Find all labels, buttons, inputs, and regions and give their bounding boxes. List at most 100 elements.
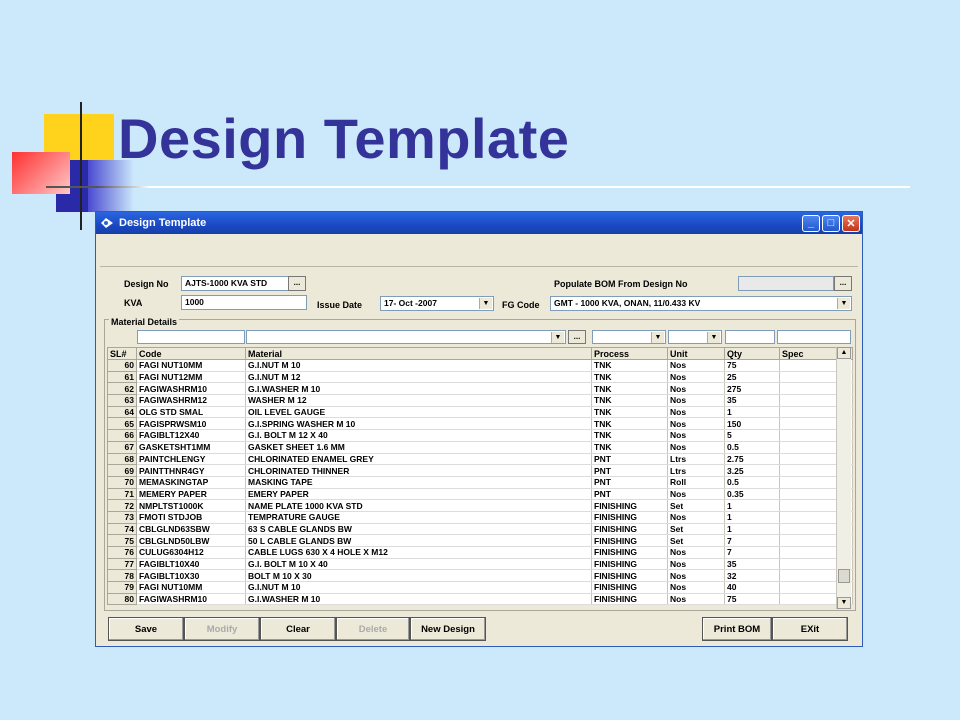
table-body: 60 FAGI NUT10MM G.I.NUT M 10 TNK Nos 75 61 FAGI… bbox=[107, 359, 853, 606]
cell-sl: 78 bbox=[107, 569, 137, 583]
cell-material: 63 S CABLE GLANDS BW bbox=[245, 523, 592, 536]
cell-material: CABLE LUGS 630 X 4 HOLE X M12 bbox=[245, 546, 592, 559]
deco-vertical-line bbox=[80, 102, 82, 230]
design-no-lookup-button[interactable]: ... bbox=[288, 276, 306, 291]
table-row[interactable]: 62 FAGIWASHRM10 G.I.WASHER M 10 TNK Nos 275 bbox=[107, 382, 853, 396]
filter-unit-dropdown-icon[interactable]: ▼ bbox=[707, 332, 720, 343]
cell-sl: 80 bbox=[107, 592, 137, 606]
cell-material: G.I.SPRING WASHER M 10 bbox=[245, 417, 592, 431]
table-row[interactable]: 70 MEMASKINGTAP MASKING TAPE PNT Roll 0.5 bbox=[107, 475, 853, 489]
table-row[interactable]: 63 FAGIWASHRM12 WASHER M 12 TNK Nos 35 bbox=[107, 394, 853, 407]
cell-sl: 65 bbox=[107, 417, 137, 431]
populate-bom-field[interactable] bbox=[738, 276, 834, 291]
cell-material: 50 L CABLE GLANDS BW bbox=[245, 534, 592, 547]
cell-code: FAGIWASHRM12 bbox=[136, 394, 246, 407]
table-row[interactable]: 71 MEMERY PAPER EMERY PAPER PNT Nos 0.35 bbox=[107, 487, 853, 501]
cell-sl: 71 bbox=[107, 487, 137, 501]
design-template-window: Design Template _ □ ✕ Design No AJTS-100… bbox=[95, 211, 863, 647]
delete-button[interactable]: Delete bbox=[336, 617, 410, 641]
table-row[interactable]: 64 OLG STD SMAL OIL LEVEL GAUGE TNK Nos 1 bbox=[107, 405, 853, 419]
filter-qty-input[interactable] bbox=[725, 330, 775, 344]
scroll-down-icon[interactable]: ▼ bbox=[837, 597, 851, 609]
table-vertical-scrollbar[interactable]: ▲ ▼ bbox=[836, 347, 851, 609]
cell-process: FINISHING bbox=[591, 558, 668, 571]
kva-field[interactable]: 1000 bbox=[181, 295, 307, 310]
cell-sl: 60 bbox=[107, 359, 137, 372]
material-table: SL# Code Material Process Unit Qty Spec … bbox=[107, 347, 853, 606]
close-icon: ✕ bbox=[846, 217, 856, 230]
table-row[interactable]: 69 PAINTTHNR4GY CHLORINATED THINNER PNT Ltrs… bbox=[107, 464, 853, 477]
table-row[interactable]: 77 FAGIBLT10X40 G.I. BOLT M 10 X 40 FINISHI… bbox=[107, 557, 853, 571]
cell-material: G.I.NUT M 10 bbox=[245, 359, 592, 372]
col-header-qty[interactable]: Qty bbox=[724, 347, 780, 360]
cell-code: MEMASKINGTAP bbox=[136, 476, 246, 489]
cell-material: TEMPRATURE GAUGE bbox=[245, 511, 592, 524]
filter-material-select[interactable]: ▼ bbox=[246, 330, 566, 344]
cell-qty: 1 bbox=[724, 511, 780, 524]
close-button[interactable]: ✕ bbox=[842, 214, 860, 232]
table-row[interactable]: 73 FMOTI STDJOB TEMPRATURE GAUGE FINISHING N… bbox=[107, 510, 853, 524]
new-design-button[interactable]: New Design bbox=[410, 617, 486, 641]
cell-unit: Nos bbox=[667, 406, 725, 419]
fg-code-dropdown-icon[interactable]: ▼ bbox=[837, 298, 850, 309]
col-header-material[interactable]: Material bbox=[245, 347, 592, 360]
cell-code: MEMERY PAPER bbox=[136, 488, 246, 501]
design-no-label: Design No bbox=[124, 279, 169, 289]
table-row[interactable]: 74 CBLGLND63SBW 63 S CABLE GLANDS BW FINISH… bbox=[107, 522, 853, 536]
cell-unit: Ltrs bbox=[667, 453, 725, 466]
cell-code: CULUG6304H12 bbox=[136, 546, 246, 559]
modify-button[interactable]: Modify bbox=[184, 617, 260, 641]
populate-bom-lookup-button[interactable]: ... bbox=[834, 276, 852, 291]
table-row[interactable]: 60 FAGI NUT10MM G.I.NUT M 10 TNK Nos 75 bbox=[107, 359, 853, 372]
filter-process-select[interactable]: ▼ bbox=[592, 330, 666, 344]
scroll-thumb[interactable] bbox=[838, 569, 850, 583]
col-header-process[interactable]: Process bbox=[591, 347, 668, 360]
filter-process-dropdown-icon[interactable]: ▼ bbox=[651, 332, 664, 343]
cell-code: FAGIBLT12X40 bbox=[136, 429, 246, 442]
cell-unit: Nos bbox=[667, 581, 725, 594]
kva-label: KVA bbox=[124, 298, 143, 308]
table-header-row: SL# Code Material Process Unit Qty Spec bbox=[107, 347, 853, 360]
col-header-unit[interactable]: Unit bbox=[667, 347, 725, 360]
design-no-field[interactable]: AJTS-1000 KVA STD bbox=[181, 276, 289, 291]
table-row[interactable]: 61 FAGI NUT12MM G.I.NUT M 12 TNK Nos 25 bbox=[107, 370, 853, 384]
filter-unit-select[interactable]: ▼ bbox=[668, 330, 722, 344]
scroll-up-icon[interactable]: ▲ bbox=[837, 347, 851, 359]
table-row[interactable]: 79 FAGI NUT10MM G.I.NUT M 10 FINISHING Nos 40 bbox=[107, 581, 853, 594]
filter-material-lookup-button[interactable]: ... bbox=[568, 330, 586, 344]
cell-unit: Nos bbox=[667, 417, 725, 431]
table-row[interactable]: 66 FAGIBLT12X40 G.I. BOLT M 12 X 40 TNK Nos 5 bbox=[107, 429, 853, 442]
cell-material: CHLORINATED THINNER bbox=[245, 464, 592, 477]
table-row[interactable]: 76 CULUG6304H12 CABLE LUGS 630 X 4 HOLE X … bbox=[107, 546, 853, 559]
cell-unit: Nos bbox=[667, 569, 725, 583]
cell-material: NAME PLATE 1000 KVA STD bbox=[245, 499, 592, 512]
cell-process: TNK bbox=[591, 382, 668, 396]
issue-date-dropdown-icon[interactable]: ▼ bbox=[479, 298, 492, 309]
save-button[interactable]: Save bbox=[108, 617, 184, 641]
filter-material-dropdown-icon[interactable]: ▼ bbox=[551, 332, 564, 343]
table-row[interactable]: 80 FAGIWASHRM10 G.I.WASHER M 10 FINISHING No… bbox=[107, 592, 853, 606]
col-header-code[interactable]: Code bbox=[136, 347, 246, 360]
table-row[interactable]: 78 FAGIBLT10X30 BOLT M 10 X 30 FINISHING Nos… bbox=[107, 569, 853, 583]
cell-material: G.I.NUT M 10 bbox=[245, 581, 592, 594]
table-row[interactable]: 72 NMPLTST1000K NAME PLATE 1000 KVA STD FIN… bbox=[107, 499, 853, 512]
table-row[interactable]: 68 PAINTCHLENGY CHLORINATED ENAMEL GREY PNT… bbox=[107, 452, 853, 466]
exit-button[interactable]: EXit bbox=[772, 617, 848, 641]
maximize-button[interactable]: □ bbox=[822, 214, 840, 232]
fg-code-select[interactable]: GMT - 1000 KVA, ONAN, 11/0.433 KV ▼ bbox=[550, 296, 852, 311]
title-bar[interactable]: Design Template _ □ ✕ bbox=[96, 212, 862, 234]
col-header-sl[interactable]: SL# bbox=[107, 347, 137, 360]
cell-unit: Nos bbox=[667, 546, 725, 559]
minimize-button[interactable]: _ bbox=[802, 214, 820, 232]
clear-button[interactable]: Clear bbox=[260, 617, 336, 641]
table-row[interactable]: 65 FAGISPRWSM10 G.I.SPRING WASHER M 10 TNK N… bbox=[107, 417, 853, 431]
filter-spec-input[interactable] bbox=[777, 330, 851, 344]
cell-unit: Nos bbox=[667, 441, 725, 454]
table-row[interactable]: 67 GASKETSHT1MM GASKET SHEET 1.6 MM TNK Nos 0… bbox=[107, 440, 853, 454]
slide-title: Design Template bbox=[118, 107, 570, 170]
table-row[interactable]: 75 CBLGLND50LBW 50 L CABLE GLANDS BW FINISH… bbox=[107, 534, 853, 547]
print-bom-button[interactable]: Print BOM bbox=[702, 617, 772, 641]
cell-code: FAGI NUT10MM bbox=[136, 581, 246, 594]
filter-code-input[interactable] bbox=[137, 330, 245, 344]
issue-date-picker[interactable]: 17- Oct -2007 ▼ bbox=[380, 296, 494, 311]
